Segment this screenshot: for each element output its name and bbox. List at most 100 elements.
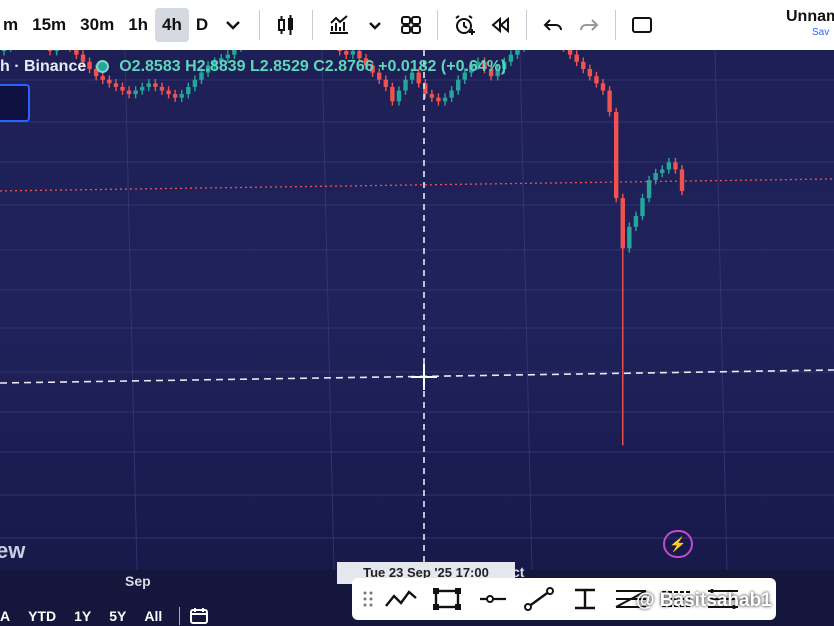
candle-body	[54, 50, 59, 52]
timeframe-m[interactable]: m	[0, 8, 25, 42]
range-ytd[interactable]: YTD	[19, 608, 65, 624]
candle-body	[232, 50, 237, 55]
toolbar-divider	[526, 10, 528, 40]
timeframe-1h[interactable]: 1h	[121, 8, 155, 42]
chart-pane[interactable]	[0, 50, 834, 570]
toolbar-divider	[615, 10, 617, 40]
range-5y[interactable]: 5Y	[100, 608, 135, 624]
horizontal-ray-icon[interactable]	[470, 582, 516, 616]
timeframe-d[interactable]: D	[189, 8, 215, 42]
candle-body	[172, 94, 178, 98]
candle-body	[455, 79, 461, 91]
timeframe-group: m 15m 30m 1h 4h D	[0, 8, 215, 42]
candle-body	[613, 112, 619, 199]
chevron-down-icon[interactable]	[357, 8, 393, 42]
candle-body	[653, 173, 658, 181]
candle-body	[337, 50, 342, 52]
trend-line-icon[interactable]	[516, 582, 562, 616]
redo-icon[interactable]	[571, 8, 607, 42]
candle-body	[390, 86, 395, 102]
candle-body	[574, 54, 579, 62]
legend-open: O2.8583	[119, 58, 181, 75]
watermark-logo: ew	[0, 538, 26, 563]
save-status[interactable]: Sav	[812, 27, 834, 38]
range-all[interactable]: All	[135, 608, 171, 624]
candle-body	[383, 79, 388, 87]
alert-add-icon[interactable]	[446, 8, 482, 42]
indicator-toggle[interactable]	[0, 84, 30, 122]
candle-body	[515, 50, 520, 55]
candle-body	[627, 226, 632, 249]
grid-line-vertical	[321, 50, 335, 570]
price-chart[interactable]	[0, 50, 834, 570]
candle-body	[666, 162, 672, 170]
range-divider	[179, 607, 181, 625]
candle-body	[153, 83, 158, 87]
legend-change: +0.0182	[378, 58, 437, 75]
lightning-icon[interactable]: ⚡	[663, 530, 693, 558]
crosshair-cursor-icon	[411, 364, 437, 390]
candle-body	[74, 50, 79, 55]
candle-body	[567, 50, 573, 55]
rectangle-tool-icon[interactable]	[424, 582, 470, 616]
timeframe-4h[interactable]: 4h	[155, 8, 189, 42]
top-toolbar: m 15m 30m 1h 4h D Unnam Sav	[0, 0, 834, 51]
candle-body	[113, 83, 119, 87]
candle-body	[133, 90, 138, 95]
candle-body	[350, 51, 356, 55]
candle-body	[679, 169, 685, 191]
candle-body	[403, 79, 408, 91]
candle-body	[640, 198, 645, 217]
market-status-icon	[96, 59, 110, 73]
candle-body	[587, 69, 593, 77]
candles-icon[interactable]	[268, 8, 304, 42]
range-all-short[interactable]: A	[0, 608, 19, 624]
candle-body	[620, 198, 625, 249]
grid-line-vertical	[519, 50, 533, 570]
indicators-icon[interactable]	[321, 8, 357, 42]
candle-body	[1, 50, 7, 52]
path-tool-icon[interactable]	[378, 582, 424, 616]
legend-close: C2.8766	[313, 58, 374, 75]
range-1y[interactable]: 1Y	[65, 608, 100, 624]
candle-body	[607, 90, 612, 113]
candle-body	[120, 86, 125, 91]
symbol-name[interactable]: h · Binance	[0, 58, 86, 75]
timeframe-15m[interactable]: 15m	[25, 8, 73, 42]
grid-line-vertical	[714, 50, 728, 570]
goto-date-icon[interactable]	[188, 606, 212, 626]
candle-body	[140, 86, 145, 91]
layout-name[interactable]: Unnam	[786, 8, 834, 26]
date-range-selector: A YTD 1Y 5Y All	[0, 606, 212, 626]
candle-body	[436, 97, 441, 102]
candle-body	[179, 94, 184, 98]
candle-body	[344, 51, 349, 55]
time-tick-label: Sep	[125, 573, 151, 589]
candle-body	[186, 86, 191, 95]
candle-body	[594, 76, 599, 84]
candle-body	[47, 50, 53, 52]
candle-body	[100, 76, 105, 80]
timeframe-30m[interactable]: 30m	[73, 8, 121, 42]
layout-grid-icon[interactable]	[393, 8, 429, 42]
candle-body	[660, 169, 665, 173]
candle-body	[192, 79, 198, 87]
candle-body	[646, 180, 652, 199]
replay-icon[interactable]	[482, 8, 518, 42]
symbol-legend: h · Binance O2.8583 H2.8839 L2.8529 C2.87…	[0, 58, 506, 76]
candle-body	[442, 97, 448, 102]
price-range-icon[interactable]	[562, 582, 608, 616]
undo-icon[interactable]	[535, 8, 571, 42]
watermark-credit: @ Basitsahab1	[636, 590, 772, 611]
candle-body	[633, 216, 639, 227]
grid-line-vertical	[124, 50, 138, 570]
fullscreen-icon[interactable]	[624, 8, 660, 42]
candle-body	[396, 90, 402, 102]
chevron-down-icon[interactable]	[215, 8, 251, 42]
candle-body	[159, 86, 165, 91]
candle-body	[166, 90, 171, 95]
legend-change-pct: (+0.64%)	[440, 58, 507, 75]
candle-body	[673, 162, 678, 170]
toolbar-divider	[437, 10, 439, 40]
drag-handle-icon[interactable]	[358, 582, 378, 616]
